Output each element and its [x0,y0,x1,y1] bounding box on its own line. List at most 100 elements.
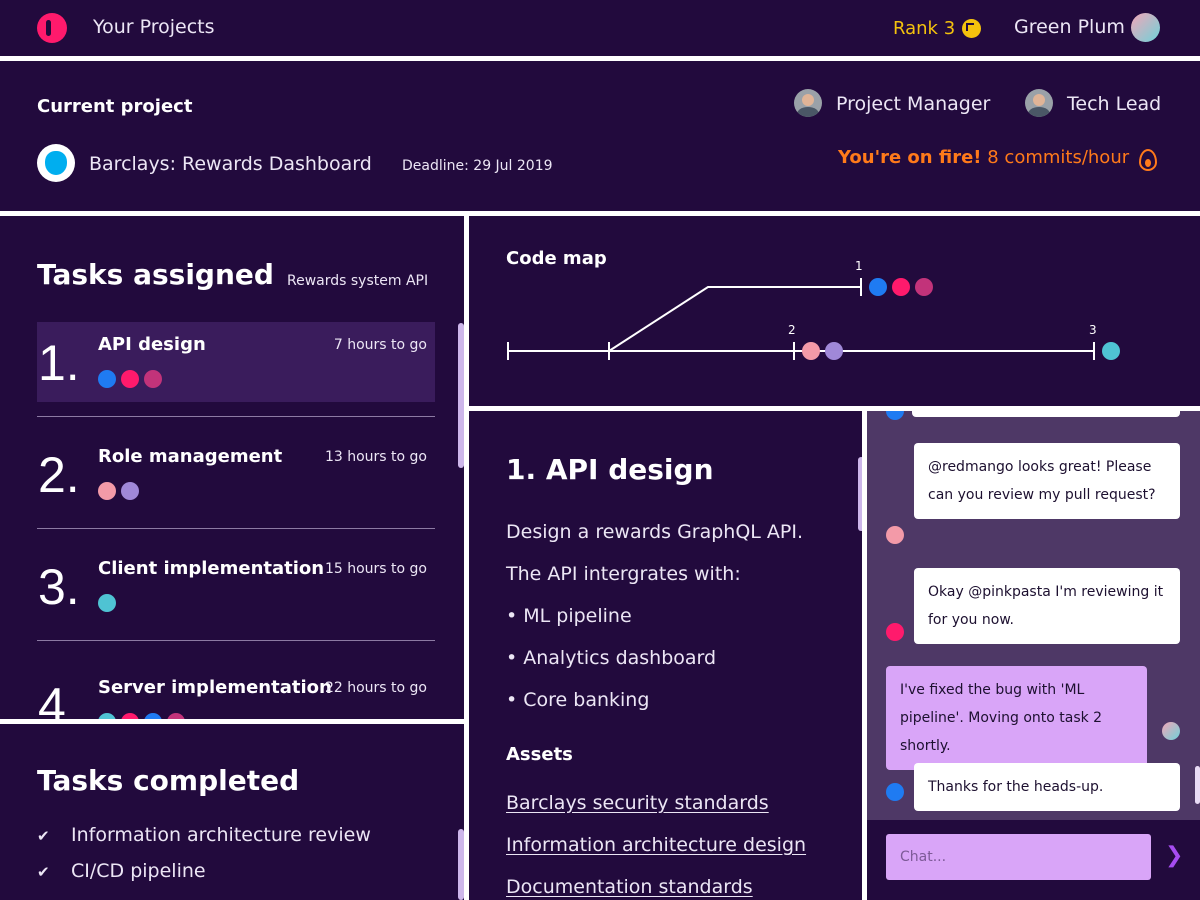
completed-scrollbar[interactable] [458,829,464,900]
project-manager-role[interactable]: Project Manager [836,93,990,115]
task-description-line: • Analytics dashboard [506,647,717,669]
tasks-assigned-panel: Tasks assigned Rewards system API 1. API… [0,216,464,719]
logo-icon[interactable] [37,13,67,43]
send-arrow-icon[interactable]: ❯ [1165,845,1185,867]
task-item[interactable]: 4 Server implementation 22 hours to go [37,665,435,719]
rank-clock-icon [962,19,981,38]
task-description-line: The API intergrates with: [506,563,741,585]
assignee-dot[interactable] [98,370,116,388]
task-number: 4 [38,678,66,719]
divider [37,528,435,529]
task-detail-title: 1. API design [506,453,714,486]
completed-task-label: CI/CD pipeline [71,860,206,882]
chat-message: Thanks for the heads-up. [914,763,1180,811]
task-time-left: 15 hours to go [324,561,427,577]
tasks-completed-panel: Tasks completed ✔ Information architectur… [0,724,464,900]
assignee-dot[interactable] [121,370,139,388]
assignee-dot[interactable] [144,713,162,719]
commit-rate-status: You're on fire! 8 commits/hour [838,147,1129,168]
contributor-dot[interactable] [915,278,933,296]
chat-message: Okay @pinkpasta I'm reviewing it for you… [914,568,1180,644]
chat-input-bar: ❯ [867,820,1200,900]
asset-link[interactable]: Documentation standards [506,876,753,898]
completed-task-label: Information architecture review [71,824,371,846]
assignee-dot[interactable] [98,713,116,719]
divider [37,640,435,641]
feature-branch-line [608,286,861,352]
asset-link[interactable]: Information architecture design [506,834,806,856]
chat-avatar [886,783,904,801]
rank-label: Rank 3 [893,18,956,39]
marker-label-1: 1 [855,259,863,273]
top-header: Your Projects Rank 3 Green Plum [0,0,1200,56]
app-title[interactable]: Your Projects [93,16,215,38]
task-name: Client implementation [98,558,325,579]
tasks-assigned-subtitle: Rewards system API [287,273,429,289]
task-description-line: • Core banking [506,689,650,711]
marker-label-2: 2 [788,323,796,337]
asset-link[interactable]: Barclays security standards [506,792,769,814]
completed-task-item[interactable]: ✔ Information architecture review [37,824,371,846]
task-description-line: Design a rewards GraphQL API. [506,521,804,543]
divider [37,416,435,417]
chat-message-own: I've fixed the bug with 'ML pipeline'. M… [886,666,1147,770]
chat-bubble-partial [912,411,1180,417]
assignee-dot[interactable] [98,594,116,612]
tasks-assigned-title: Tasks assigned [37,258,274,291]
user-name[interactable]: Green Plum [1014,16,1125,38]
completed-task-item[interactable]: ✔ CI/CD pipeline [37,860,206,882]
task-description-line: • ML pipeline [506,605,632,627]
task-item[interactable]: 2. Role management 13 hours to go [37,434,435,514]
check-icon: ✔ [37,863,50,881]
task-detail-panel: 1. API design Design a rewards GraphQL A… [469,411,862,900]
contributor-dot[interactable] [1102,342,1120,360]
task-name: Role management [98,446,283,467]
contributor-dot[interactable] [802,342,820,360]
project-name[interactable]: Barclays: Rewards Dashboard [89,153,372,175]
task-number: 1. [38,335,80,391]
task-item[interactable]: 3. Client implementation 15 hours to go [37,546,435,626]
tech-lead-role[interactable]: Tech Lead [1067,93,1161,115]
current-project-bar: Current project Project Manager Tech Lea… [0,61,1200,211]
task-time-left: 13 hours to go [324,449,427,465]
chat-avatar [886,623,904,641]
barclays-eagle-icon [37,144,75,182]
marker-label-3: 3 [1089,323,1097,337]
tasks-scrollbar[interactable] [458,323,464,468]
task-name: Server implementation [98,677,332,698]
check-icon: ✔ [37,827,50,845]
contributor-dot[interactable] [892,278,910,296]
current-project-label: Current project [37,96,193,117]
tech-lead-avatar[interactable] [1025,89,1053,117]
fire-stat: 8 commits/hour [987,147,1130,168]
user-avatar[interactable] [1131,13,1160,42]
chat-avatar [886,526,904,544]
chat-avatar [1162,722,1180,740]
contributor-dot[interactable] [825,342,843,360]
tasks-completed-title: Tasks completed [37,764,300,797]
project-deadline: Deadline: 29 Jul 2019 [402,158,553,174]
chat-input[interactable] [886,834,1151,880]
assignee-dot[interactable] [121,482,139,500]
project-manager-avatar[interactable] [794,89,822,117]
assignee-dot[interactable] [167,713,185,719]
contributor-dot[interactable] [869,278,887,296]
task-number: 3. [38,559,80,615]
task-name: API design [98,334,206,355]
assignee-dot[interactable] [121,713,139,719]
assignee-dot[interactable] [144,370,162,388]
chat-scrollbar[interactable] [1195,766,1200,804]
task-number: 2. [38,447,80,503]
task-item[interactable]: 1. API design 7 hours to go [37,322,435,402]
fire-label: You're on fire! [838,147,982,168]
task-time-left: 22 hours to go [324,680,427,696]
code-map-panel: Code map 1 2 3 [469,216,1200,406]
chat-panel: @redmango looks great! Please can you re… [867,411,1200,900]
fire-icon [1139,149,1157,171]
assignee-dot[interactable] [98,482,116,500]
chat-message: @redmango looks great! Please can you re… [914,443,1180,519]
task-time-left: 7 hours to go [333,337,427,353]
assets-heading: Assets [506,744,573,765]
detail-scrollbar[interactable] [858,457,862,531]
code-map-graph: 1 2 3 [507,259,1120,360]
